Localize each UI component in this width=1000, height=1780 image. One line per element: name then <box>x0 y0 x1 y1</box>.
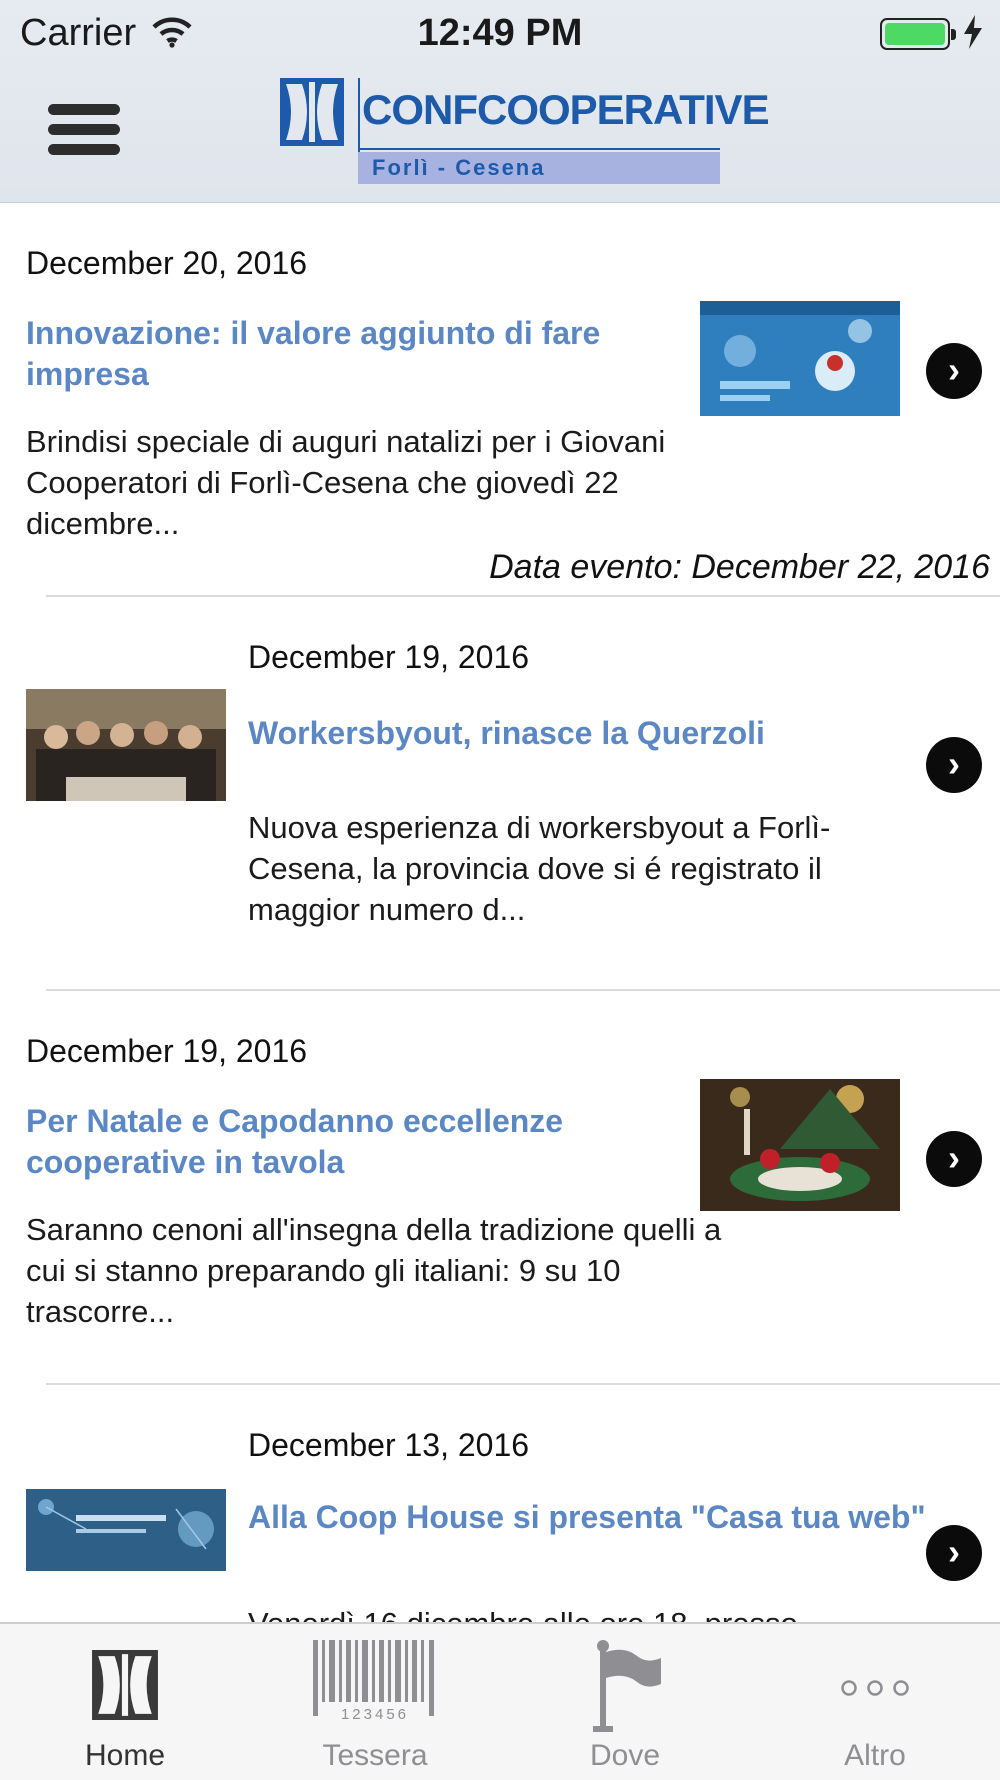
barcode-icon: 123456 <box>313 1640 434 1723</box>
news-description: Brindisi speciale di auguri natalizi per… <box>26 424 666 541</box>
news-description: Nuova esperienza di workersbyout a Forlì… <box>248 810 831 927</box>
logo-mark-icon <box>280 78 344 146</box>
event-date: Data evento: December 22, 2016 <box>489 548 990 586</box>
tab-bar: Home 123456 Tessera Dove Altro <box>0 1622 1000 1780</box>
news-title[interactable]: Alla Coop House si presenta "Casa tua we… <box>248 1497 928 1538</box>
news-item[interactable]: December 13, 2016 Alla Coop House si pre… <box>0 1385 1000 1623</box>
news-date: December 20, 2016 <box>26 245 308 281</box>
news-thumbnail[interactable] <box>26 1489 226 1571</box>
tab-home[interactable]: Home <box>0 1624 250 1780</box>
tab-label: Dove <box>589 1739 661 1772</box>
navigation-header: Carrier 12:49 PM CONFCOOPERATIVE Forlì -… <box>0 0 1000 203</box>
news-title[interactable]: Workersbyout, rinasce la Querzoli <box>248 713 908 754</box>
status-bar: Carrier 12:49 PM <box>0 0 1000 66</box>
news-item[interactable]: December 19, 2016 Per Natale e Capodanno… <box>0 991 1000 1385</box>
confcooperative-logo-icon <box>92 1650 158 1720</box>
news-date: December 13, 2016 <box>248 1427 530 1463</box>
tab-dove[interactable]: Dove <box>500 1624 750 1780</box>
news-item[interactable]: December 20, 2016 Innovazione: il valore… <box>0 203 1000 597</box>
news-item[interactable]: December 19, 2016 Workersbyout, rinasce … <box>0 597 1000 991</box>
news-description: Saranno cenoni all'insegna della tradizi… <box>26 1212 722 1329</box>
tab-label: Tessera <box>322 1739 428 1772</box>
hamburger-menu-icon[interactable] <box>48 104 120 156</box>
news-thumbnail[interactable] <box>26 689 226 801</box>
news-title[interactable]: Innovazione: il valore aggiunto di fare … <box>26 313 676 395</box>
chevron-right-icon[interactable]: › <box>926 343 982 399</box>
battery-icon <box>880 18 956 50</box>
more-icon <box>841 1680 909 1696</box>
tab-label: Home <box>84 1739 166 1772</box>
chevron-right-icon[interactable]: › <box>926 1525 982 1581</box>
news-date: December 19, 2016 <box>26 1033 308 1069</box>
news-thumbnail[interactable] <box>700 301 900 416</box>
flag-icon <box>593 1640 661 1732</box>
barcode-digits: 123456 <box>341 1706 409 1723</box>
logo-wordmark: CONFCOOPERATIVE <box>362 86 770 133</box>
confcooperative-logo: CONFCOOPERATIVE Forlì - Cesena <box>278 78 770 186</box>
tab-altro[interactable]: Altro <box>750 1624 1000 1780</box>
charging-icon <box>964 15 982 49</box>
chevron-right-icon[interactable]: › <box>926 737 982 793</box>
tab-label: Altro <box>844 1739 906 1772</box>
news-date: December 19, 2016 <box>248 639 530 675</box>
chevron-right-icon[interactable]: › <box>926 1131 982 1187</box>
news-feed[interactable]: December 20, 2016 Innovazione: il valore… <box>0 203 1000 1623</box>
status-time: 12:49 PM <box>417 12 583 54</box>
logo-subtitle: Forlì - Cesena <box>372 155 546 180</box>
news-title[interactable]: Per Natale e Capodanno eccellenze cooper… <box>26 1101 676 1183</box>
news-thumbnail[interactable] <box>700 1079 900 1211</box>
news-description: Venerdì 16 dicembre alle ore 18, presso.… <box>248 1603 948 1623</box>
tab-tessera[interactable]: 123456 Tessera <box>250 1624 500 1780</box>
